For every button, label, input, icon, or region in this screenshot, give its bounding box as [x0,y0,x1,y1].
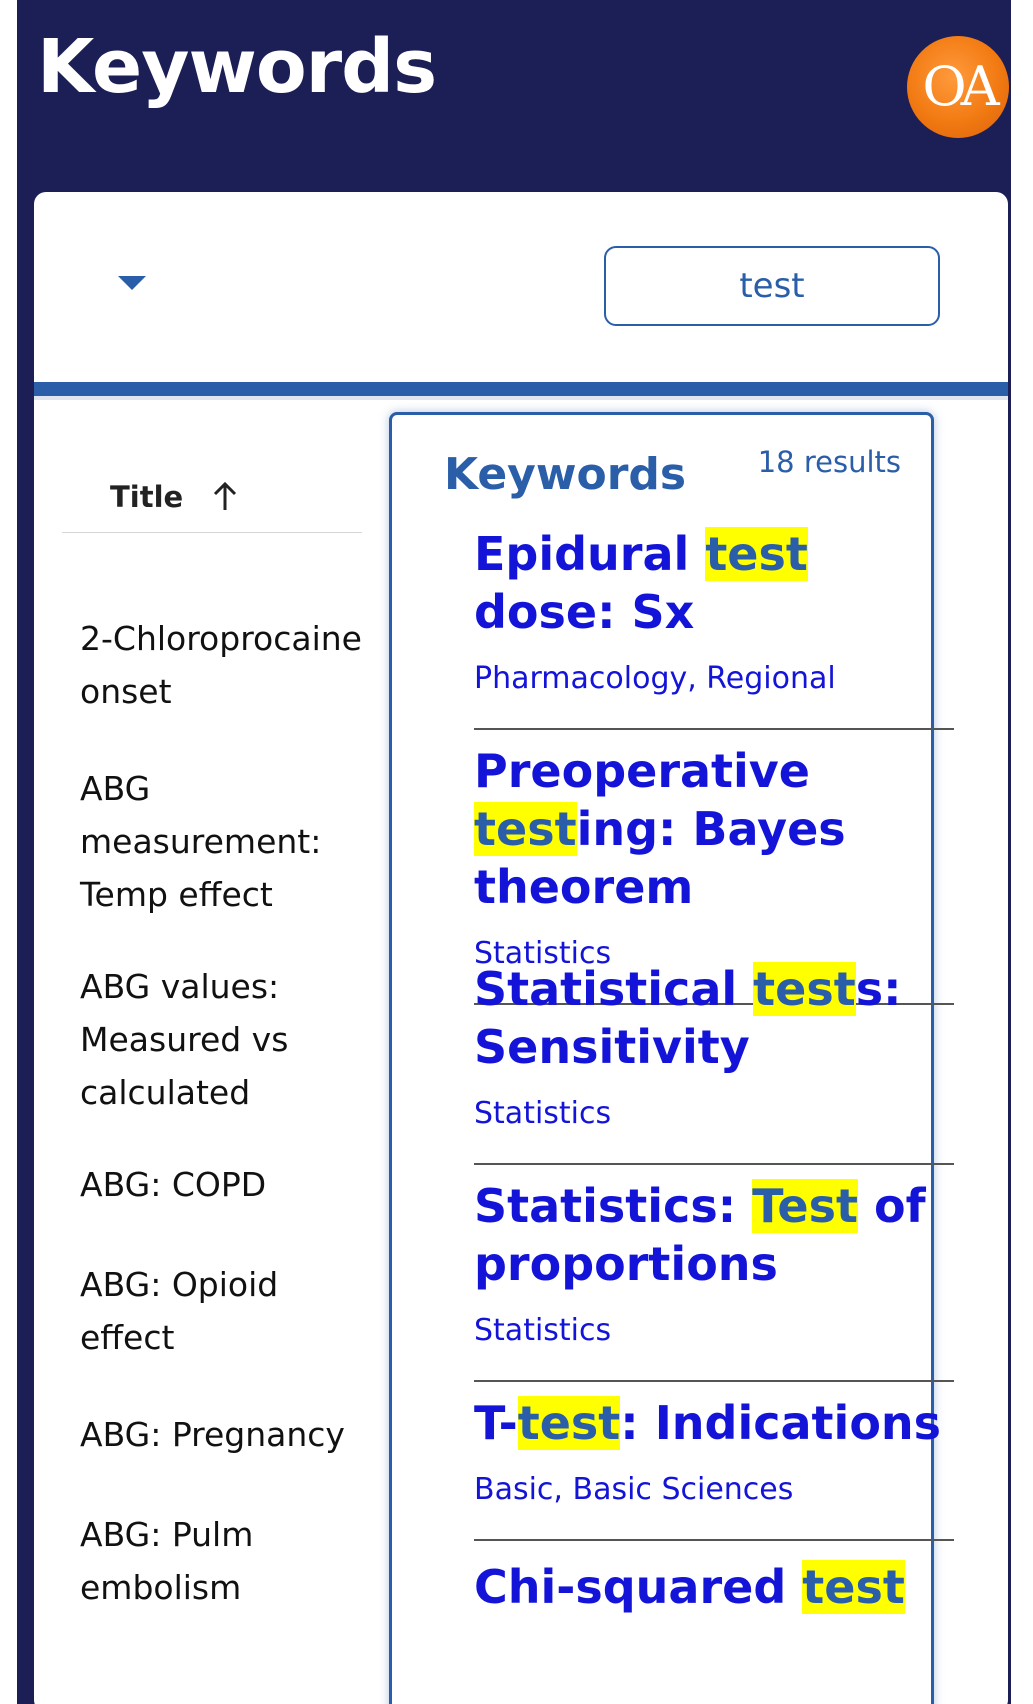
result-title-link[interactable]: T-test: Indications [474,1394,954,1452]
result-title-link[interactable]: Preoperative testing: Bayes theorem [474,742,954,916]
list-item[interactable]: ABG: Opioid effect [80,1258,370,1364]
result-tags[interactable]: Basic, Basic Sciences [474,1472,954,1507]
list-item[interactable]: ABG values: Measured vs calculated [80,960,370,1119]
result-tags[interactable]: Statistics [474,1096,954,1131]
page-title: Keywords [37,24,437,110]
arrow-up-icon [213,481,237,510]
result-item[interactable]: Epidural test dose: Sx Pharmacology, Regi… [474,525,954,730]
chevron-down-icon [118,276,146,290]
list-item[interactable]: 2-Chloroprocaine onset [80,612,370,718]
result-tags[interactable]: Pharmacology, Regional [474,661,954,696]
result-count: 18 results [757,445,901,479]
search-highlight: test [753,962,856,1016]
result-title-link[interactable]: Epidural test dose: Sx [474,525,954,641]
list-item[interactable]: ABG: Pulm embolism [80,1508,370,1614]
result-item[interactable]: Statistics: Test of proportions Statistic… [474,1177,954,1382]
list-item[interactable]: ABG measurement: Temp effect [80,762,370,921]
search-highlight: test [517,1396,621,1450]
result-tags[interactable]: Statistics [474,1313,954,1348]
title-column-label: Title [110,480,184,514]
title-column-header[interactable]: Title [62,432,362,533]
header-band-shadow [34,396,1008,400]
result-item[interactable]: T-test: Indications Basic, Basic Sciences [474,1394,954,1541]
search-highlight: test [474,802,577,856]
search-highlight: test [802,1560,905,1614]
search-highlight: Test [752,1179,858,1233]
result-title-link[interactable]: Statistics: Test of proportions [474,1177,954,1293]
header-band [34,382,1008,396]
popup-title: Keywords [444,449,687,500]
list-item[interactable]: ABG: COPD [80,1158,370,1211]
filter-dropdown[interactable] [112,270,152,300]
keyword-results-popup: Keywords 18 results Epidural test dose: … [389,412,954,1704]
search-input[interactable] [604,246,940,326]
result-title-link[interactable]: Statistical tests: Sensitivity [474,960,954,1076]
app-frame: Keywords OA Title 2-Chloroprocaine onset… [17,0,1011,1704]
list-item[interactable]: ABG: Pregnancy [80,1408,370,1461]
oa-logo[interactable]: OA [907,36,1009,138]
logo-text: OA [922,55,999,118]
result-item[interactable]: Chi-squared test [474,1558,954,1616]
result-title-link[interactable]: Chi-squared test [474,1558,954,1616]
search-highlight: test [705,527,808,581]
result-item[interactable]: Statistical tests: Sensitivity Statistics [474,960,954,1165]
content-card: Title 2-Chloroprocaine onset ABG measure… [34,192,1008,1704]
